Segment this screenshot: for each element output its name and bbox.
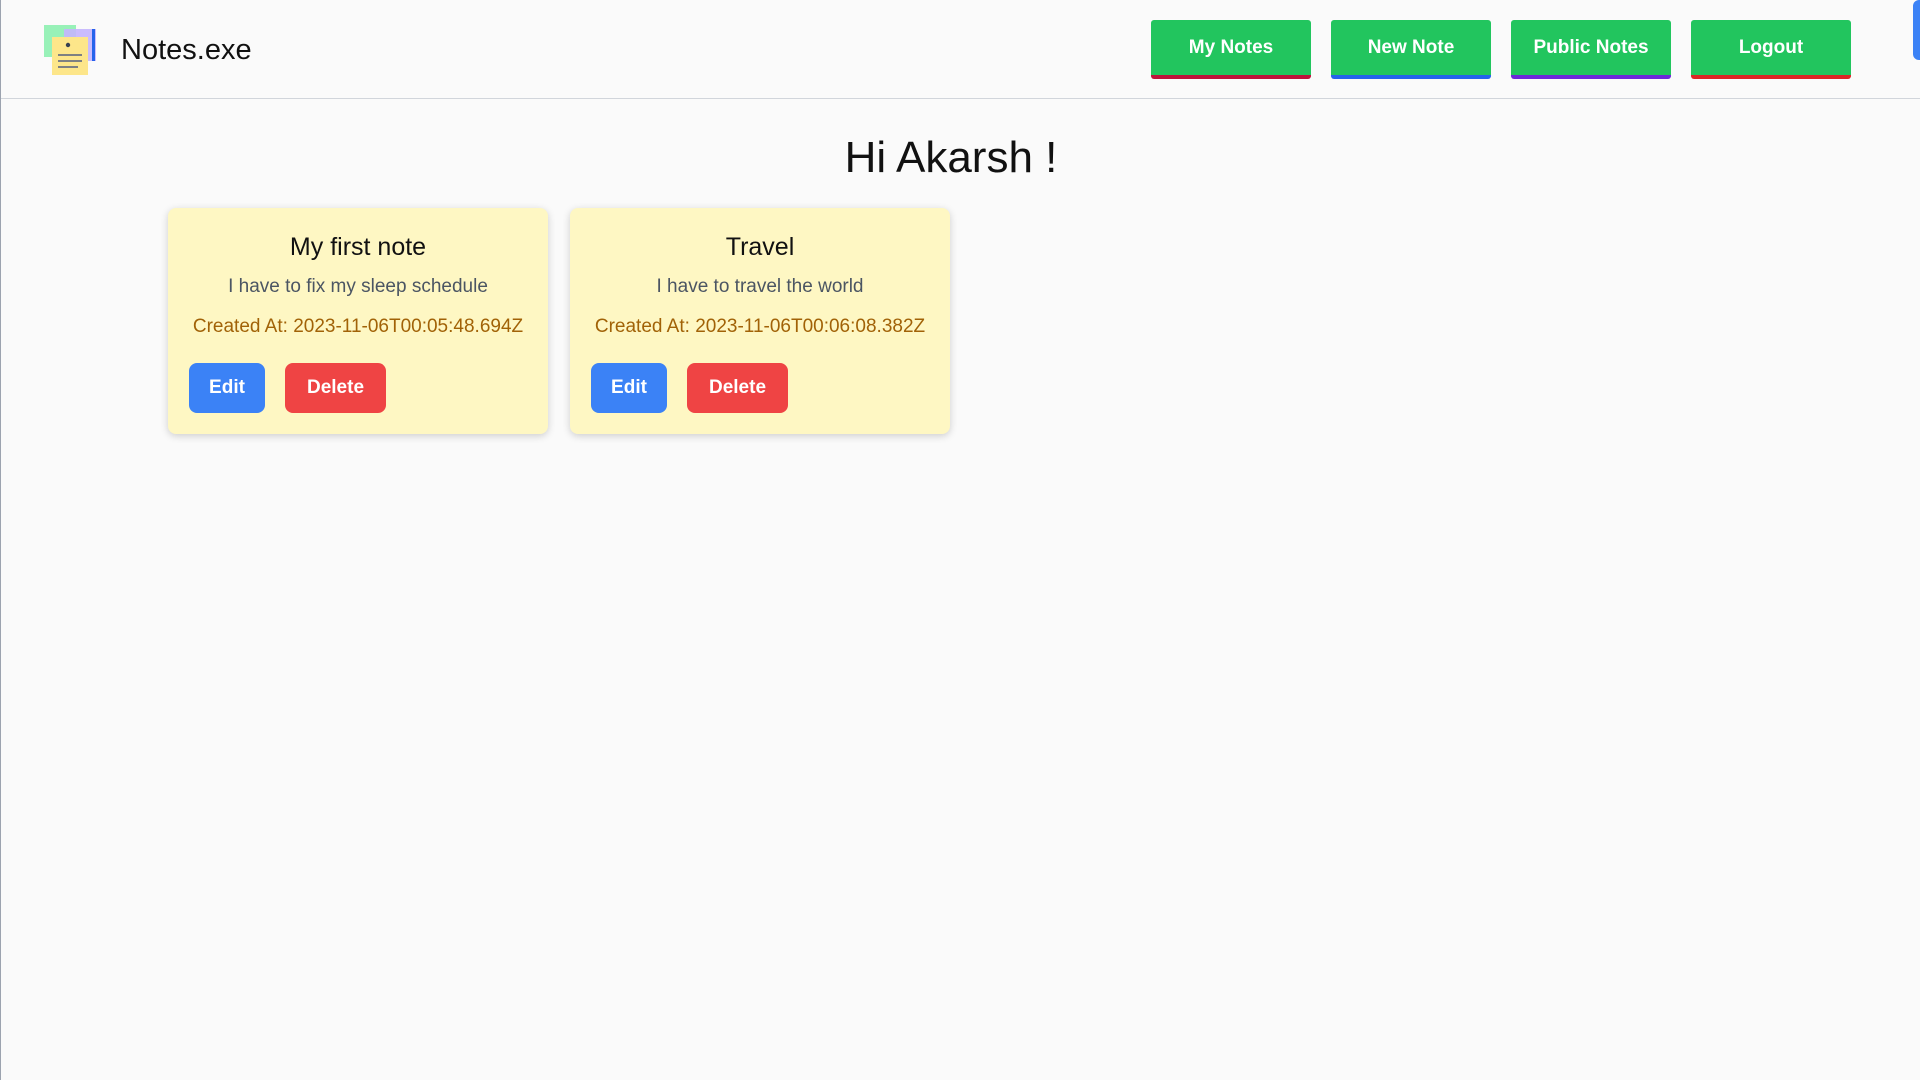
app-brand-title[interactable]: Notes.exe (121, 30, 252, 70)
new-note-button[interactable]: New Note (1331, 20, 1491, 79)
note-title: Travel (725, 233, 795, 261)
note-card: Travel I have to travel the world Create… (570, 208, 950, 434)
my-notes-button[interactable]: My Notes (1151, 20, 1311, 79)
delete-note-button[interactable]: Delete (285, 363, 386, 413)
edit-note-button[interactable]: Edit (591, 363, 667, 413)
logout-button[interactable]: Logout (1691, 20, 1851, 79)
note-description: I have to travel the world (656, 276, 864, 297)
side-edge-tab[interactable] (1913, 0, 1920, 60)
sticky-notes-icon (44, 25, 96, 75)
note-card: My first note I have to fix my sleep sch… (168, 208, 548, 434)
delete-note-button[interactable]: Delete (687, 363, 788, 413)
note-description: I have to fix my sleep schedule (228, 276, 488, 297)
note-title: My first note (289, 233, 427, 261)
note-created-at: Created At: 2023-11-06T00:05:48.694Z (192, 316, 524, 337)
edit-note-button[interactable]: Edit (189, 363, 265, 413)
public-notes-button[interactable]: Public Notes (1511, 20, 1671, 79)
note-created-at: Created At: 2023-11-06T00:06:08.382Z (594, 316, 926, 337)
top-navbar: Notes.exe My Notes New Note Public Notes… (1, 0, 1920, 99)
greeting-heading: Hi Akarsh ! (844, 133, 1058, 182)
